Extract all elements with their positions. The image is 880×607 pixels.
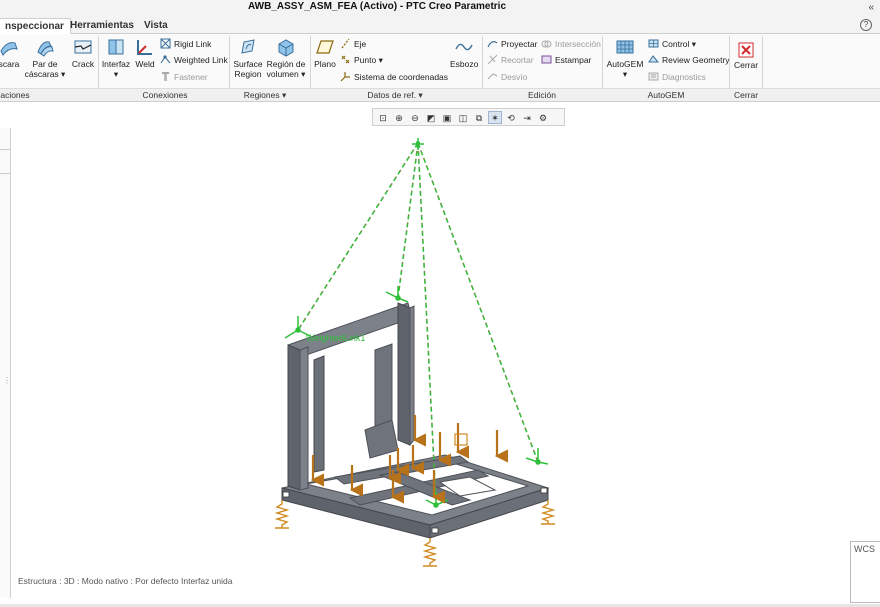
- model-viewport[interactable]: WeightedLink1: [0, 0, 880, 607]
- weighted-link-lines-overlay: [297, 142, 539, 506]
- wcs-label: WCS: [854, 544, 875, 554]
- load-marker-icon: [454, 433, 468, 446]
- wcs-triad: WCS: [850, 541, 880, 603]
- weighted-link-lines: [297, 142, 539, 506]
- status-text: Estructura : 3D : Modo nativo : Por defe…: [18, 576, 233, 586]
- weighted-link-model-label[interactable]: WeightedLink1: [306, 333, 365, 343]
- upright-frame: [287, 302, 415, 491]
- weighted-link-node-icon[interactable]: [412, 138, 424, 150]
